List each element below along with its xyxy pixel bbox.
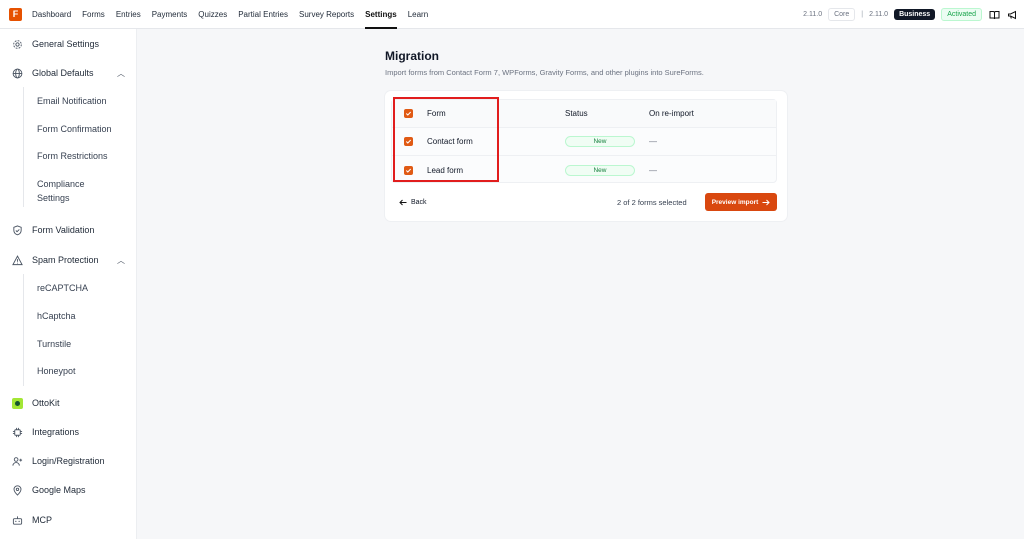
chip-icon <box>11 426 23 438</box>
chevron-up-icon[interactable]: ︿ <box>117 255 125 266</box>
arrow-right-icon <box>762 199 771 205</box>
gear-icon <box>11 38 23 50</box>
core-badge: Core <box>828 8 856 21</box>
sidebar-label: Spam Protection <box>32 255 99 265</box>
top-bar: F Dashboard Forms Entries Payments Quizz… <box>0 0 1024 29</box>
version-info: 2.11.0 Core | 2.11.0 Business Activated <box>803 0 1018 29</box>
nav-quizzes[interactable]: Quizzes <box>198 0 227 29</box>
main-nav: Dashboard Forms Entries Payments Quizzes… <box>32 0 439 29</box>
reimport-value: — <box>649 137 657 146</box>
arrow-left-icon <box>399 199 407 205</box>
globe-icon <box>11 67 23 79</box>
sidebar-item-form-validation[interactable]: Form Validation <box>0 224 137 236</box>
back-label: Back <box>411 198 427 206</box>
shield-check-icon <box>11 224 23 236</box>
book-icon[interactable] <box>988 9 1000 21</box>
nav-partial-entries[interactable]: Partial Entries <box>238 0 288 29</box>
nav-learn[interactable]: Learn <box>408 0 428 29</box>
sidebar-item-login-registration[interactable]: Login/Registration <box>0 455 137 467</box>
sidebar-subitem-form-confirmation[interactable]: Form Confirmation <box>37 122 112 136</box>
business-version: 2.11.0 <box>869 11 889 18</box>
annotation-highlight-box <box>393 97 499 182</box>
page-title: Migration <box>385 49 439 63</box>
back-button[interactable]: Back <box>399 199 427 206</box>
sidebar-label: Global Defaults <box>32 68 94 78</box>
selection-count: 2 of 2 forms selected <box>617 197 687 207</box>
version-separator: | <box>861 11 864 18</box>
preview-import-button[interactable]: Preview import <box>705 193 777 211</box>
business-badge: Business <box>894 9 936 20</box>
sidebar-label: Form Validation <box>32 225 95 235</box>
preview-label: Preview import <box>711 198 759 206</box>
sidebar-label: Google Maps <box>32 485 86 495</box>
nav-forms[interactable]: Forms <box>82 0 105 29</box>
header-status: Status <box>565 109 588 118</box>
robot-icon <box>11 514 23 526</box>
sidebar-subitem-email-notification[interactable]: Email Notification <box>37 94 107 108</box>
sidebar-subitem-turnstile[interactable]: Turnstile <box>37 337 71 351</box>
map-pin-icon <box>11 484 23 496</box>
nav-payments[interactable]: Payments <box>152 0 188 29</box>
status-badge: New <box>565 164 635 176</box>
sidebar-subitem-hcaptcha[interactable]: hCaptcha <box>37 309 76 323</box>
sidebar-subitem-recaptcha[interactable]: reCAPTCHA <box>37 281 88 295</box>
sidebar-label: OttoKit <box>32 398 60 408</box>
main-content: Migration Import forms from Contact Form… <box>137 29 1024 539</box>
nav-survey-reports[interactable]: Survey Reports <box>299 0 354 29</box>
megaphone-icon[interactable] <box>1006 9 1018 21</box>
sidebar-subitem-compliance-settings[interactable]: Compliance Settings <box>37 177 107 205</box>
warning-icon <box>11 254 23 266</box>
sidebar-item-mcp[interactable]: MCP <box>0 514 137 526</box>
page-description: Import forms from Contact Form 7, WPForm… <box>385 68 704 77</box>
sureforms-logo-icon[interactable]: F <box>9 7 22 21</box>
core-version: 2.11.0 <box>803 11 823 18</box>
chevron-up-icon[interactable]: ︿ <box>117 68 125 79</box>
nav-dashboard[interactable]: Dashboard <box>32 0 71 29</box>
ottokit-icon <box>11 397 23 409</box>
nav-settings[interactable]: Settings <box>365 0 397 29</box>
header-reimport: On re-import <box>649 109 694 118</box>
reimport-value: — <box>649 165 657 175</box>
sidebar-label: MCP <box>32 515 52 525</box>
settings-sidebar: General Settings Global Defaults ︿ Email… <box>0 29 137 539</box>
sidebar-item-google-maps[interactable]: Google Maps <box>0 484 137 496</box>
status-badge: New <box>565 136 635 147</box>
sidebar-item-integrations[interactable]: Integrations <box>0 426 137 438</box>
sidebar-label: Integrations <box>32 427 80 437</box>
user-plus-icon <box>11 455 23 467</box>
sidebar-item-ottokit[interactable]: OttoKit <box>0 397 137 409</box>
sidebar-label: General Settings <box>32 39 100 49</box>
sidebar-subitem-form-restrictions[interactable]: Form Restrictions <box>37 149 108 163</box>
submenu-divider <box>23 274 24 386</box>
sidebar-item-general-settings[interactable]: General Settings <box>0 38 137 50</box>
sidebar-item-spam-protection[interactable]: Spam Protection ︿ <box>0 254 137 266</box>
sidebar-item-global-defaults[interactable]: Global Defaults ︿ <box>0 67 137 79</box>
sidebar-subitem-honeypot[interactable]: Honeypot <box>37 364 76 378</box>
activated-badge: Activated <box>941 8 982 21</box>
sidebar-label: Login/Registration <box>32 456 105 466</box>
submenu-divider <box>23 87 24 207</box>
card-footer: Back 2 of 2 forms selected Preview impor… <box>391 191 777 213</box>
nav-entries[interactable]: Entries <box>116 0 141 29</box>
